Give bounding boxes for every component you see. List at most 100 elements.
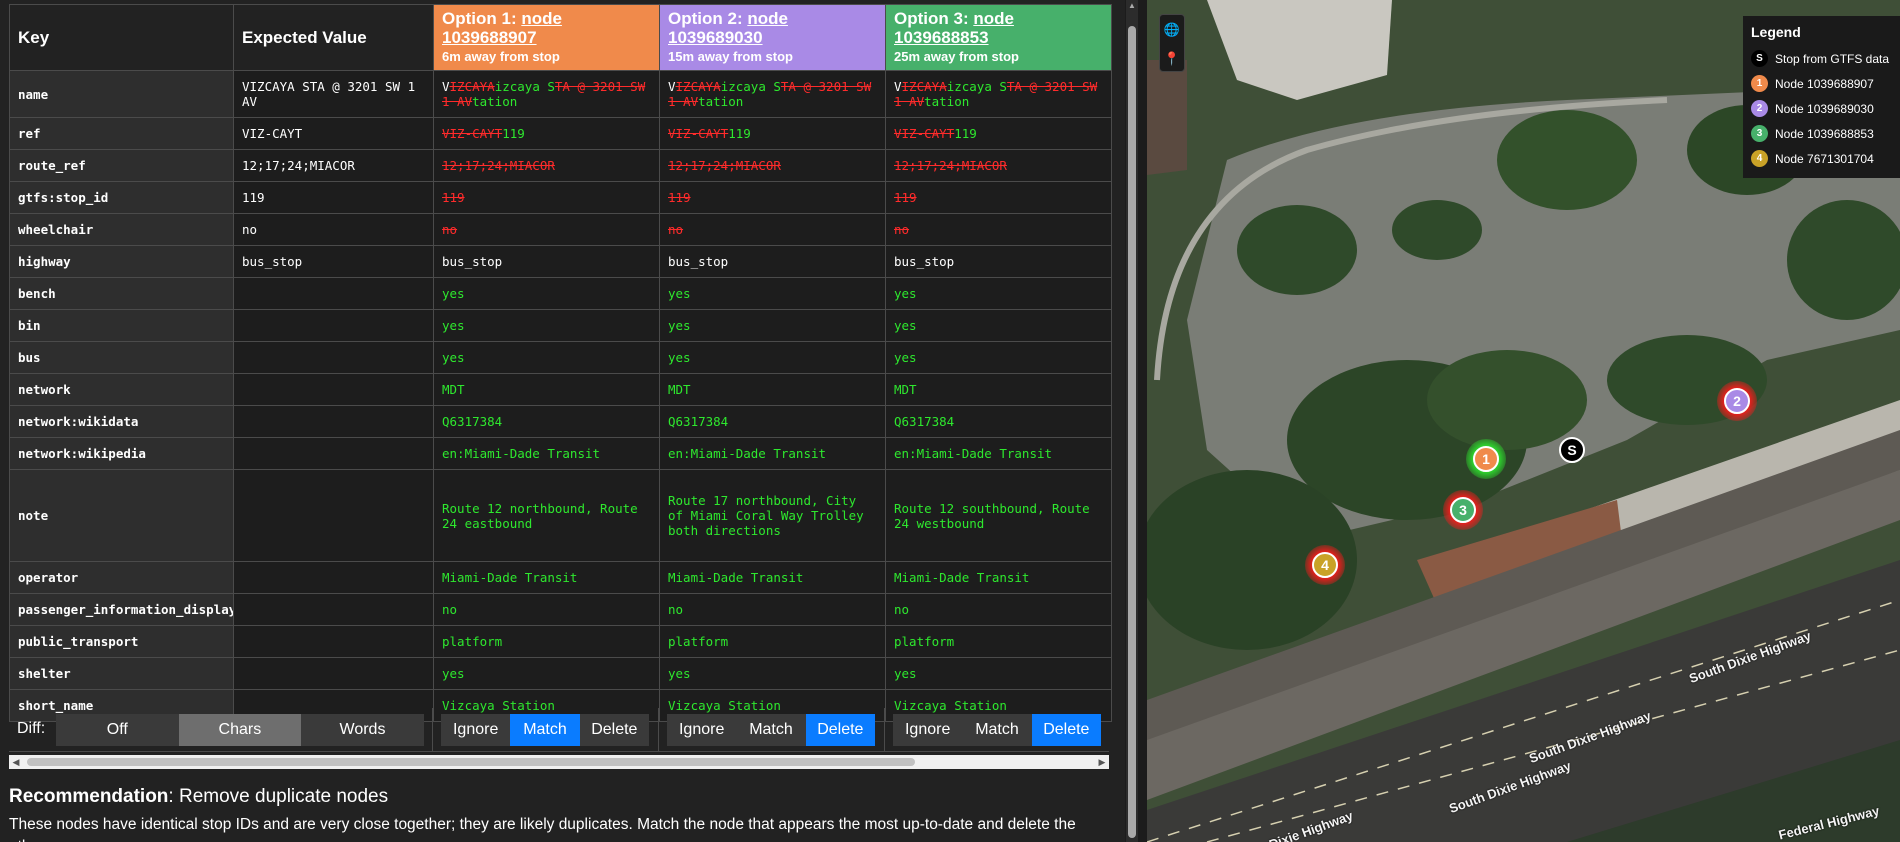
map-marker-node-2[interactable]: 2 [1724,388,1750,414]
option-3-value: Miami-Dade Transit [885,561,1112,594]
tag-key: bench [9,277,234,310]
option-3-value: yes [885,657,1112,690]
pin-icon[interactable]: 📍 [1160,44,1184,73]
expected-value [233,437,434,470]
legend-label: Stop from GTFS data [1775,51,1890,66]
diff-added-text: yes [668,286,691,301]
diff-label: Diff: [17,720,46,737]
table-row: shelter yes yes yes [9,657,1112,690]
tag-comparison-table: Key Expected Value Option 1: node 103968… [9,4,1112,722]
diff-removed-text: 12;17;24;MIACOR [668,158,781,173]
tag-key: name [9,70,234,118]
option-1-value: VIZCAYAizcaya STA @ 3201 SW 1 AVtation [433,70,660,118]
diff-added-text: 119 [502,126,525,141]
legend-item: 1 Node 1039688907 [1751,71,1892,96]
tag-key: passenger_information_display [9,593,234,626]
diff-added-text: yes [668,318,691,333]
diff-added-text: 119 [954,126,977,141]
option-1-value: yes [433,309,660,342]
option-3-value: yes [885,341,1112,374]
option-2-delete-button[interactable]: Delete [805,714,875,746]
diff-removed-text: 119 [894,190,917,205]
diff-removed-text: no [894,222,910,237]
diff-unchanged-text: bus_stop [442,254,503,269]
vertical-scrollbar[interactable]: ▲ [1126,0,1138,842]
option-2-value: yes [659,277,886,310]
option-2-match-button[interactable]: Match [736,714,806,746]
map-marker-gtfs-stop[interactable]: S [1559,437,1585,463]
table-row: passenger_information_display no no no [9,593,1112,626]
tag-key: wheelchair [9,213,234,246]
diff-off-button[interactable]: Off [56,714,179,746]
option-3-distance: 25m away from stop [894,49,1019,64]
diff-added-text: en:Miami-Dade Transit [442,446,601,461]
legend-label: Node 1039688853 [1775,126,1874,141]
table-row: gtfs:stop_id 119 119 119 119 [9,181,1112,214]
table-row: highway bus_stop bus_stop bus_stop bus_stop [9,245,1112,278]
option-2-actions: Ignore Match Delete [667,714,875,746]
vertical-scroll-thumb[interactable] [1128,26,1136,838]
header-key: Key [9,4,234,71]
option-3-value: VIZ-CAYT119 [885,117,1112,150]
header-option-3: Option 3: node 1039688853 25m away from … [885,4,1112,71]
scroll-up-arrow-icon[interactable]: ▲ [1126,0,1138,12]
horizontal-scrollbar[interactable]: ◀ ▶ [9,755,1109,769]
option-1-delete-button[interactable]: Delete [579,714,649,746]
option-2-value: en:Miami-Dade Transit [659,437,886,470]
option-3-ignore-button[interactable]: Ignore [893,714,963,746]
diff-added-text: Miami-Dade Transit [668,570,804,585]
scroll-right-arrow-icon[interactable]: ▶ [1095,755,1109,769]
satellite-map[interactable]: 🌐 📍 1 2 3 4 S South Dixie Highway South … [1147,0,1900,842]
divider [884,708,885,752]
option-1-ignore-button[interactable]: Ignore [441,714,511,746]
expected-value [233,561,434,594]
expected-value [233,309,434,342]
option-2-value: 119 [659,181,886,214]
option-1-actions: Ignore Match Delete [441,714,649,746]
table-row: bench yes yes yes [9,277,1112,310]
option-3-value: yes [885,277,1112,310]
diff-added-text: yes [894,350,917,365]
diff-removed-text: VIZ-CAYT [668,126,729,141]
option-3-match-button[interactable]: Match [962,714,1032,746]
comparison-panel: Key Expected Value Option 1: node 103968… [0,0,1125,842]
expected-value [233,469,434,562]
map-marker-node-3[interactable]: 3 [1450,497,1476,523]
option-1-match-button[interactable]: Match [510,714,580,746]
diff-added-text: 119 [728,126,751,141]
option-3-value: en:Miami-Dade Transit [885,437,1112,470]
option-3-actions: Ignore Match Delete [893,714,1101,746]
globe-icon[interactable]: 🌐 [1160,15,1184,44]
diff-chars-button[interactable]: Chars [178,714,302,746]
diff-words-button[interactable]: Words [301,714,424,746]
tag-comparison-table-wrap: Key Expected Value Option 1: node 103968… [9,4,1112,722]
option-2-value: yes [659,341,886,374]
header-option-1: Option 1: node 1039688907 6m away from s… [433,4,660,71]
diff-removed-text: IZCAYA [901,79,947,94]
option-1-value: 12;17;24;MIACOR [433,149,660,182]
tag-key: highway [9,245,234,278]
map-marker-node-4[interactable]: 4 [1312,552,1338,578]
scroll-left-arrow-icon[interactable]: ◀ [9,755,23,769]
option-1-value: MDT [433,373,660,406]
diff-removed-text: 12;17;24;MIACOR [894,158,1007,173]
option-1-value: en:Miami-Dade Transit [433,437,660,470]
tag-key: route_ref [9,149,234,182]
option-1-value: yes [433,277,660,310]
option-2-value: 12;17;24;MIACOR [659,149,886,182]
horizontal-scroll-thumb[interactable] [27,758,915,766]
map-marker-node-1[interactable]: 1 [1473,446,1499,472]
diff-unchanged-text: V [668,79,676,94]
diff-added-text: tation [924,94,970,109]
table-row: bus yes yes yes [9,341,1112,374]
legend-node-2-icon: 2 [1751,100,1768,117]
option-2-value: Route 17 northbound, City of Miami Coral… [659,469,886,562]
option-2-value: VIZ-CAYT119 [659,117,886,150]
action-controls-row: Diff: Off Chars Words Ignore Match Delet… [9,708,1109,752]
option-2-ignore-button[interactable]: Ignore [667,714,737,746]
tag-key: gtfs:stop_id [9,181,234,214]
option-3-delete-button[interactable]: Delete [1031,714,1101,746]
diff-added-text: izcaya S [494,79,555,94]
table-header-row: Key Expected Value Option 1: node 103968… [9,4,1112,71]
option-2-value: platform [659,625,886,658]
